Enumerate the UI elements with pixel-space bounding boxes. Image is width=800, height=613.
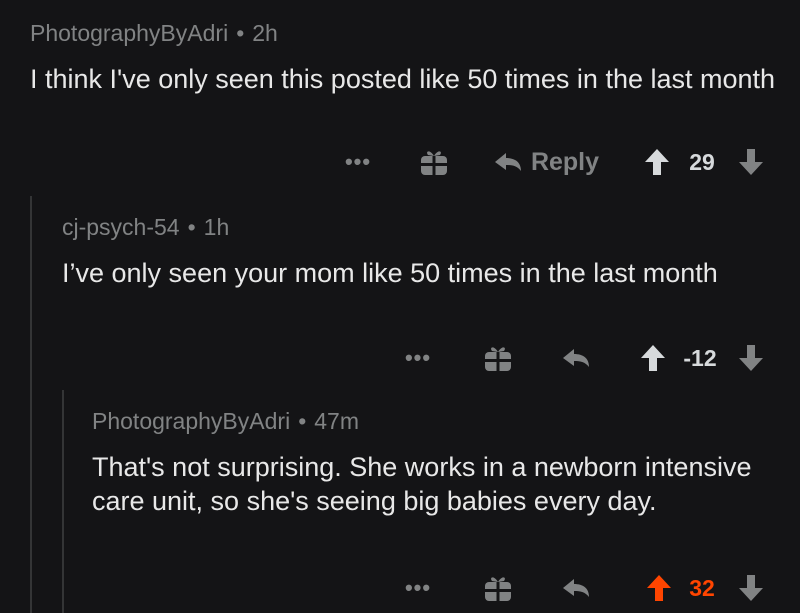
author-name[interactable]: PhotographyByAdri xyxy=(92,408,290,434)
award-icon xyxy=(485,347,511,371)
meta-separator: • xyxy=(298,408,307,434)
comment-actions: ••• 32 xyxy=(0,568,800,608)
reply-label: Reply xyxy=(530,147,600,176)
reply-button[interactable] xyxy=(560,338,600,378)
vote-score: 29 xyxy=(689,148,715,175)
upvote-icon xyxy=(645,149,669,175)
upvote-button[interactable] xyxy=(642,568,676,608)
comment-time: 47m xyxy=(314,408,359,434)
reply-button[interactable]: Reply xyxy=(490,142,602,182)
comment-body: That's not surprising. She works in a ne… xyxy=(92,452,752,516)
comment: PhotographyByAdri • 47m That's not surpris… xyxy=(92,406,790,518)
award-button[interactable] xyxy=(480,568,516,608)
thread-line[interactable] xyxy=(30,196,32,613)
comment-meta: PhotographyByAdri • 2h xyxy=(30,18,790,48)
comment-body: I think I've only seen this posted like … xyxy=(30,64,776,94)
more-icon: ••• xyxy=(404,575,432,600)
meta-separator: • xyxy=(187,214,196,240)
award-icon xyxy=(421,151,447,175)
reply-arrow-icon xyxy=(563,349,589,367)
comment: cj-psych-54 • 1h I’ve only seen your mom l… xyxy=(62,212,790,290)
downvote-icon xyxy=(739,575,763,601)
comment-time: 1h xyxy=(203,214,230,240)
upvote-button[interactable] xyxy=(636,338,670,378)
comment: PhotographyByAdri • 2h I think I've only s… xyxy=(30,18,790,96)
vote-score: -12 xyxy=(683,344,717,371)
award-icon xyxy=(485,577,511,601)
comment-actions: ••• Reply 29 xyxy=(0,142,800,182)
award-button[interactable] xyxy=(416,142,452,182)
more-options-button[interactable]: ••• xyxy=(398,338,438,378)
vote-score: 32 xyxy=(689,574,715,601)
downvote-icon xyxy=(739,149,763,175)
comment-meta: cj-psych-54 • 1h xyxy=(62,212,790,242)
award-button[interactable] xyxy=(480,338,516,378)
comment-body: I’ve only seen your mom like 50 times in… xyxy=(62,258,718,288)
reply-arrow-icon xyxy=(494,153,521,171)
downvote-button[interactable] xyxy=(734,142,768,182)
upvote-icon xyxy=(647,575,671,601)
more-icon: ••• xyxy=(404,345,432,370)
downvote-button[interactable] xyxy=(734,338,768,378)
more-icon: ••• xyxy=(344,149,372,174)
upvote-button[interactable] xyxy=(640,142,674,182)
reply-button[interactable] xyxy=(560,568,600,608)
comment-actions: ••• -12 xyxy=(0,338,800,378)
downvote-icon xyxy=(739,345,763,371)
upvote-icon xyxy=(641,345,665,371)
author-name[interactable]: cj-psych-54 xyxy=(62,214,180,240)
downvote-button[interactable] xyxy=(734,568,768,608)
meta-separator: • xyxy=(236,20,245,46)
comment-meta: PhotographyByAdri • 47m xyxy=(92,406,790,436)
author-name[interactable]: PhotographyByAdri xyxy=(30,20,228,46)
comment-time: 2h xyxy=(252,20,278,46)
more-options-button[interactable]: ••• xyxy=(338,142,378,182)
more-options-button[interactable]: ••• xyxy=(398,568,438,608)
reply-arrow-icon xyxy=(563,579,589,597)
